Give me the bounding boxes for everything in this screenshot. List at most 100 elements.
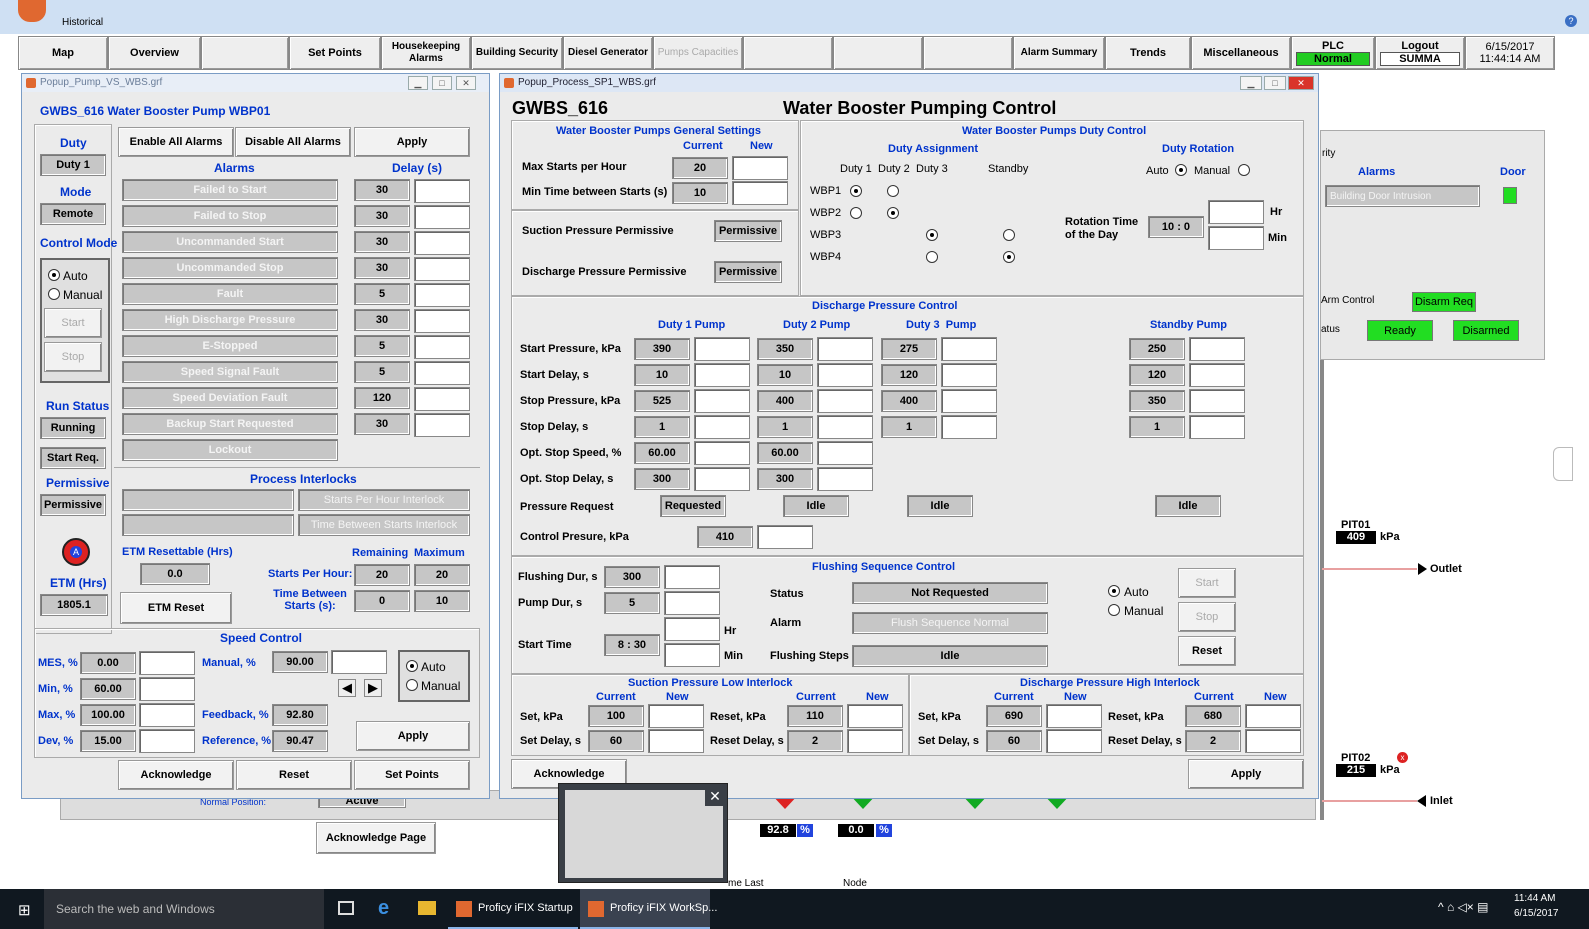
start-delay-duty3-input[interactable]: [941, 363, 997, 387]
nav-blank-3[interactable]: [833, 36, 923, 70]
alarm-high-discharge[interactable]: High Discharge Pressure: [122, 309, 338, 331]
nav-blank-4[interactable]: [923, 36, 1013, 70]
start-delay-standby-input[interactable]: [1189, 363, 1245, 387]
alarm-failed-to-start[interactable]: Failed to Start: [122, 179, 338, 201]
alarm-failed-to-stop[interactable]: Failed to Stop: [122, 205, 338, 227]
wbp1-duty2-radio[interactable]: [887, 185, 899, 197]
alarm-delay-input-0[interactable]: [414, 179, 470, 203]
minimize-icon[interactable]: ▁: [1240, 76, 1262, 90]
etm-reset-button[interactable]: ETM Reset: [120, 592, 232, 624]
start-pressure-duty2-input[interactable]: [817, 337, 873, 361]
nav-alarm-summary-button[interactable]: Alarm Summary: [1013, 36, 1105, 70]
manual-radio[interactable]: [48, 288, 60, 300]
nav-diesel-button[interactable]: Diesel Generator: [563, 36, 653, 70]
process-apply-button[interactable]: Apply: [1188, 759, 1304, 789]
thumbnail-close-icon[interactable]: ✕: [705, 786, 725, 806]
increase-arrow-icon[interactable]: ▶: [364, 679, 382, 697]
control-pressure-input[interactable]: [757, 525, 813, 549]
maximize-icon[interactable]: □: [432, 76, 452, 90]
auto-radio[interactable]: [48, 269, 60, 281]
flush-auto-radio[interactable]: [1108, 585, 1120, 597]
nav-trends-button[interactable]: Trends: [1105, 36, 1191, 70]
nav-blank-1[interactable]: [201, 36, 289, 70]
wbp3-duty3-radio[interactable]: [926, 229, 938, 241]
alarm-e-stopped[interactable]: E-Stopped: [122, 335, 338, 357]
speed-auto-radio[interactable]: [406, 660, 418, 672]
stop-pressure-duty2-input[interactable]: [817, 389, 873, 413]
close-icon[interactable]: ✕: [456, 76, 476, 90]
minimize-icon[interactable]: ▁: [408, 76, 428, 90]
start-pressure-standby-input[interactable]: [1189, 337, 1245, 361]
taskbar-app-startup[interactable]: Proficy iFIX Startup: [448, 889, 578, 929]
wbp2-duty1-radio[interactable]: [850, 207, 862, 219]
stop-delay-duty3-input[interactable]: [941, 415, 997, 439]
tab-historical[interactable]: Historical: [62, 17, 103, 28]
file-explorer-icon[interactable]: [418, 901, 436, 915]
spl-reset-input[interactable]: [847, 704, 903, 728]
min-input[interactable]: [139, 677, 195, 701]
stop-delay-standby-input[interactable]: [1189, 415, 1245, 439]
dph-set-input[interactable]: [1046, 704, 1102, 728]
logout-button[interactable]: Logout SUMMA: [1375, 36, 1465, 70]
pump-start-button[interactable]: Start: [44, 308, 102, 338]
taskbar-app-workspace[interactable]: Proficy iFIX WorkSp...: [580, 889, 717, 929]
nav-pumps-button[interactable]: Pumps Capacities: [653, 36, 743, 70]
max-input[interactable]: [139, 703, 195, 727]
nav-housekeeping-button[interactable]: Housekeeping Alarms: [381, 36, 471, 70]
side-chat-icon[interactable]: [1553, 447, 1573, 481]
nav-map-button[interactable]: Map: [18, 36, 108, 70]
opt-stop-delay-duty1-input[interactable]: [694, 467, 750, 491]
close-icon[interactable]: ✕: [1288, 76, 1314, 90]
nav-overview-button[interactable]: Overview: [108, 36, 201, 70]
rotation-auto-radio[interactable]: [1175, 164, 1187, 176]
stop-pressure-duty3-input[interactable]: [941, 389, 997, 413]
alarms-apply-button[interactable]: Apply: [354, 127, 470, 157]
nav-misc-button[interactable]: Miscellaneous: [1191, 36, 1291, 70]
dph-reset-input[interactable]: [1245, 704, 1301, 728]
start-delay-duty1-input[interactable]: [694, 363, 750, 387]
nav-building-button[interactable]: Building Security: [471, 36, 563, 70]
alarm-delay-input-7[interactable]: [414, 361, 470, 385]
dev-input[interactable]: [139, 729, 195, 753]
alarm-delay-input-8[interactable]: [414, 387, 470, 411]
disarm-req-button[interactable]: Disarm Req: [1412, 292, 1476, 312]
manual-pct-input[interactable]: [331, 650, 387, 674]
start-delay-duty2-input[interactable]: [817, 363, 873, 387]
alarm-uncommanded-start[interactable]: Uncommanded Start: [122, 231, 338, 253]
dph-set-delay-input[interactable]: [1046, 729, 1102, 753]
alarm-uncommanded-stop[interactable]: Uncommanded Stop: [122, 257, 338, 279]
stop-pressure-standby-input[interactable]: [1189, 389, 1245, 413]
disable-all-alarms-button[interactable]: Disable All Alarms: [235, 127, 351, 157]
start-pressure-duty3-input[interactable]: [941, 337, 997, 361]
opt-stop-speed-duty1-input[interactable]: [694, 441, 750, 465]
pump-acknowledge-button[interactable]: Acknowledge: [118, 760, 234, 790]
opt-stop-speed-duty2-input[interactable]: [817, 441, 873, 465]
flush-stop-button[interactable]: Stop: [1178, 602, 1236, 632]
wbp4-standby-radio[interactable]: [1003, 251, 1015, 263]
rotation-hr-input[interactable]: [1208, 200, 1264, 224]
opt-stop-delay-duty2-input[interactable]: [817, 467, 873, 491]
stop-pressure-duty1-input[interactable]: [694, 389, 750, 413]
start-time-min-input[interactable]: [664, 643, 720, 667]
alarm-fault[interactable]: Fault: [122, 283, 338, 305]
flush-reset-button[interactable]: Reset: [1178, 636, 1236, 666]
process-window-titlebar[interactable]: Popup_Process_SP1_WBS.grf ▁ □ ✕: [500, 74, 1318, 92]
nav-blank-2[interactable]: [743, 36, 833, 70]
alarm-delay-input-6[interactable]: [414, 335, 470, 359]
enable-all-alarms-button[interactable]: Enable All Alarms: [118, 127, 234, 157]
edge-icon[interactable]: e: [378, 897, 389, 920]
min-time-input[interactable]: [732, 181, 788, 205]
start-time-hr-input[interactable]: [664, 617, 720, 641]
alarm-delay-input-4[interactable]: [414, 283, 470, 307]
alarm-delay-input-5[interactable]: [414, 309, 470, 333]
speed-apply-button[interactable]: Apply: [356, 721, 470, 751]
nav-setpoints-button[interactable]: Set Points: [289, 36, 381, 70]
stop-delay-duty2-input[interactable]: [817, 415, 873, 439]
alarm-speed-deviation[interactable]: Speed Deviation Fault: [122, 387, 338, 409]
start-pressure-duty1-input[interactable]: [694, 337, 750, 361]
decrease-arrow-icon[interactable]: ◀: [338, 679, 356, 697]
stop-delay-duty1-input[interactable]: [694, 415, 750, 439]
help-icon[interactable]: ?: [1565, 15, 1577, 27]
wbp2-duty2-radio[interactable]: [887, 207, 899, 219]
acknowledge-page-button[interactable]: Acknowledge Page: [316, 822, 436, 854]
